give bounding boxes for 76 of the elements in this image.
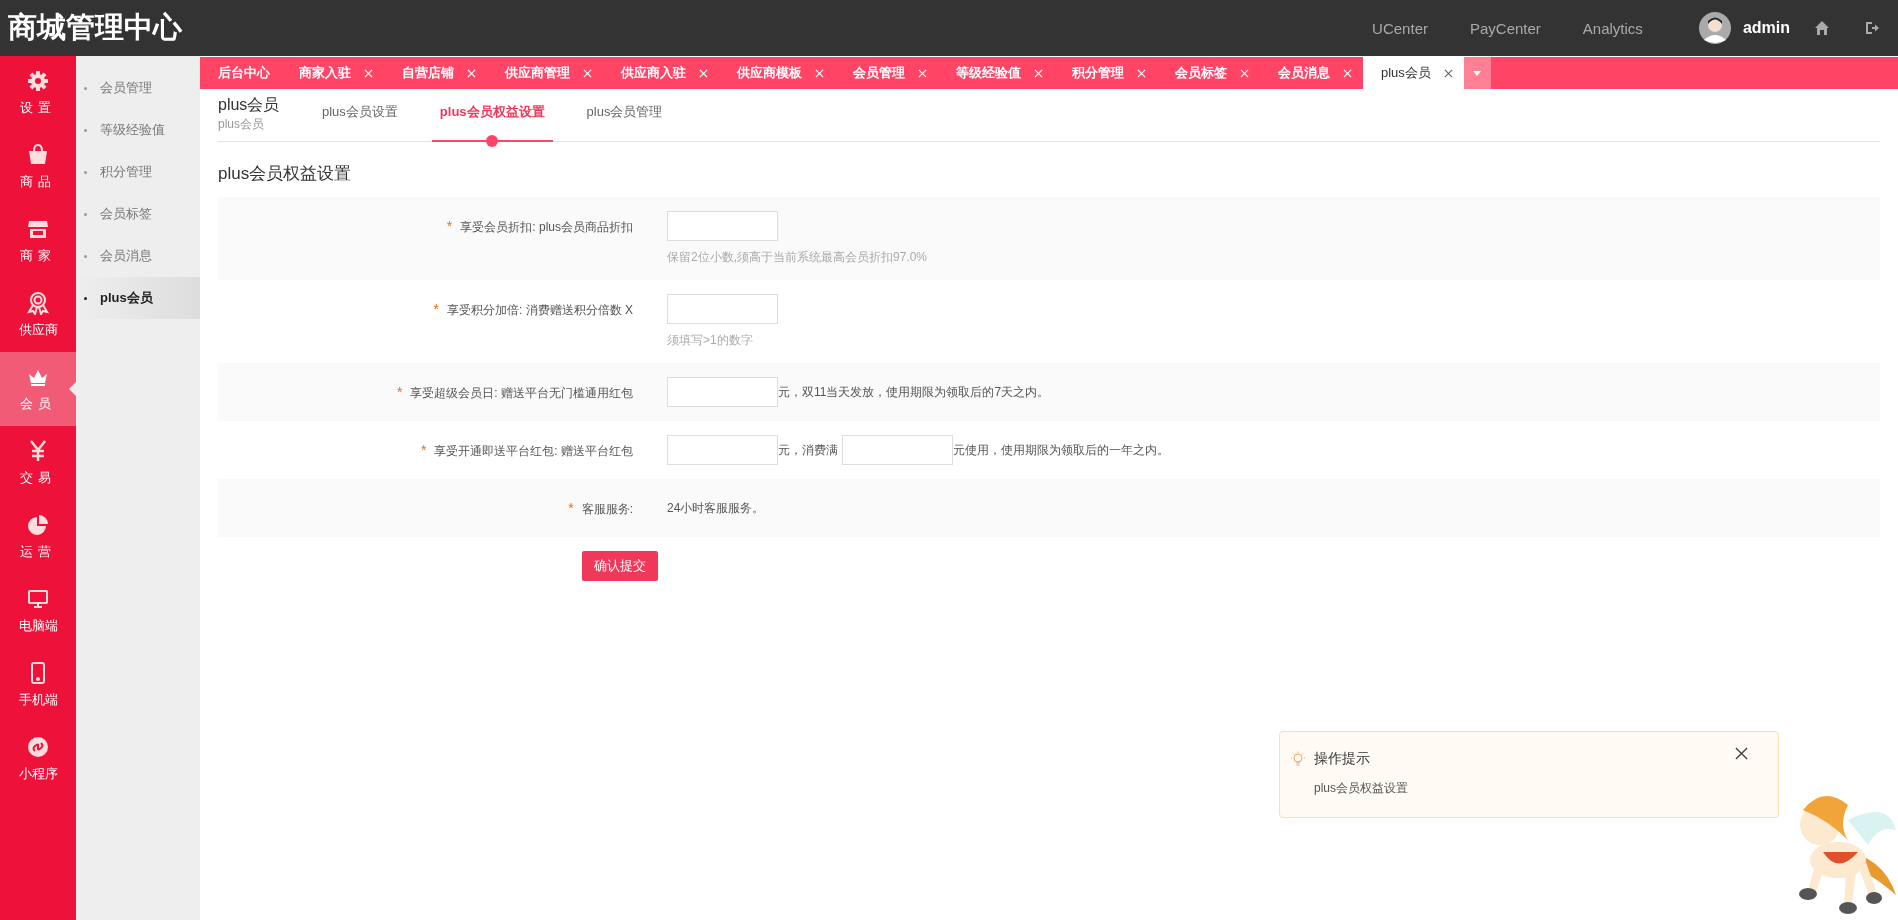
tab[interactable]: 会员管理: [835, 57, 938, 89]
user-name[interactable]: admin: [1742, 19, 1790, 37]
logout-icon[interactable]: [1864, 20, 1880, 36]
required-mark: *: [420, 442, 427, 458]
nav-item[interactable]: 运营: [0, 500, 76, 574]
required-mark: *: [568, 500, 574, 516]
header-link[interactable]: UCenter: [1372, 19, 1428, 37]
nav-item[interactable]: 小程序: [0, 722, 76, 796]
tab[interactable]: 后台中心: [200, 57, 281, 89]
nav-item[interactable]: 供应商: [0, 278, 76, 352]
tab[interactable]: 等级经验值: [938, 57, 1054, 89]
link-icon: [26, 735, 50, 759]
field-label: 客服服务:: [581, 502, 633, 516]
tab[interactable]: 供应商管理: [487, 57, 603, 89]
monitor-icon: [26, 587, 50, 611]
nav-item[interactable]: 交易: [0, 426, 76, 500]
field-label: 享受积分加倍: 消费赠送积分倍数 X: [447, 303, 633, 317]
tab[interactable]: 会员标签: [1157, 57, 1260, 89]
nav-item[interactable]: 设置: [0, 56, 76, 130]
medal-icon: [26, 291, 50, 315]
nav-item[interactable]: 商品: [0, 130, 76, 204]
nav-item[interactable]: 电脑端: [0, 574, 76, 648]
unit-text: 元使用，使用期限为领取后的一年之内。: [953, 441, 1169, 459]
tab[interactable]: 积分管理: [1054, 57, 1157, 89]
page-title: plus会员: [218, 95, 281, 115]
input-field[interactable]: [667, 294, 778, 324]
more-tabs-button[interactable]: [1463, 57, 1491, 89]
sub-tab[interactable]: plus会员设置: [314, 103, 406, 141]
tab[interactable]: 会员消息: [1260, 57, 1363, 89]
unit-text: 元，消费满: [778, 441, 838, 459]
field-label: 享受会员折扣: plus会员商品折扣: [460, 220, 633, 234]
submenu-item[interactable]: 等级经验值: [76, 109, 200, 151]
tip-text: plus会员权益设置: [1313, 780, 1409, 797]
pie-chart-icon: [26, 513, 50, 537]
tab[interactable]: 供应商模板: [719, 57, 835, 89]
avatar-icon[interactable]: [1698, 12, 1731, 44]
close-icon[interactable]: [1735, 746, 1748, 760]
tab[interactable]: 商家入驻: [281, 57, 384, 89]
nav-item[interactable]: 手机端: [0, 648, 76, 722]
nav-item[interactable]: 商家: [0, 204, 76, 278]
close-icon[interactable]: [1443, 68, 1453, 78]
section-title: plus会员权益设置: [218, 163, 353, 185]
header-link[interactable]: Analytics: [1582, 19, 1643, 37]
sub-tab[interactable]: plus会员权益设置: [431, 103, 553, 147]
required-mark: *: [433, 301, 439, 317]
nav-item[interactable]: 会员: [0, 352, 76, 426]
tab[interactable]: 供应商入驻: [603, 57, 719, 89]
submenu-item[interactable]: 积分管理: [76, 151, 200, 193]
sub-tab[interactable]: plus会员管理: [578, 103, 671, 141]
gear-icon: [26, 69, 50, 93]
input-field[interactable]: [667, 211, 778, 241]
input-field[interactable]: [667, 377, 778, 407]
header-link[interactable]: PayCenter: [1469, 19, 1541, 37]
lightbulb-icon: [1290, 751, 1306, 767]
required-mark: *: [396, 384, 403, 400]
tip-title: 操作提示: [1314, 750, 1370, 768]
submit-button[interactable]: 确认提交: [582, 551, 658, 581]
unit-text: 元，双11当天发放，使用期限为领取后的7天之内。: [778, 383, 1050, 401]
submenu-item[interactable]: 会员标签: [76, 193, 200, 235]
submenu-item[interactable]: 会员消息: [76, 235, 200, 277]
caret-icon: [1473, 70, 1482, 76]
input-field[interactable]: [842, 435, 953, 465]
page-subtitle: plus会员: [218, 116, 265, 133]
home-icon[interactable]: [1814, 20, 1830, 36]
field-label: 享受超级会员日: 赠送平台无门槛通用红包: [410, 386, 633, 400]
required-mark: *: [446, 218, 453, 234]
field-label: 享受开通即送平台红包: 赠送平台红包: [434, 444, 633, 458]
field-hint: 须填写>1的数字: [667, 332, 754, 349]
app-title: 商城管理中心: [8, 10, 182, 45]
basket-icon: [26, 143, 50, 167]
submenu-item[interactable]: 会员管理: [76, 67, 200, 109]
tab[interactable]: 自营店铺: [384, 57, 487, 89]
tab[interactable]: plus会员: [1363, 57, 1464, 89]
field-hint: 保留2位小数,须高于当前系统最高会员折扣97.0%: [667, 249, 928, 266]
input-field[interactable]: [667, 435, 778, 465]
field-value: 24小时客服服务。: [667, 499, 765, 517]
